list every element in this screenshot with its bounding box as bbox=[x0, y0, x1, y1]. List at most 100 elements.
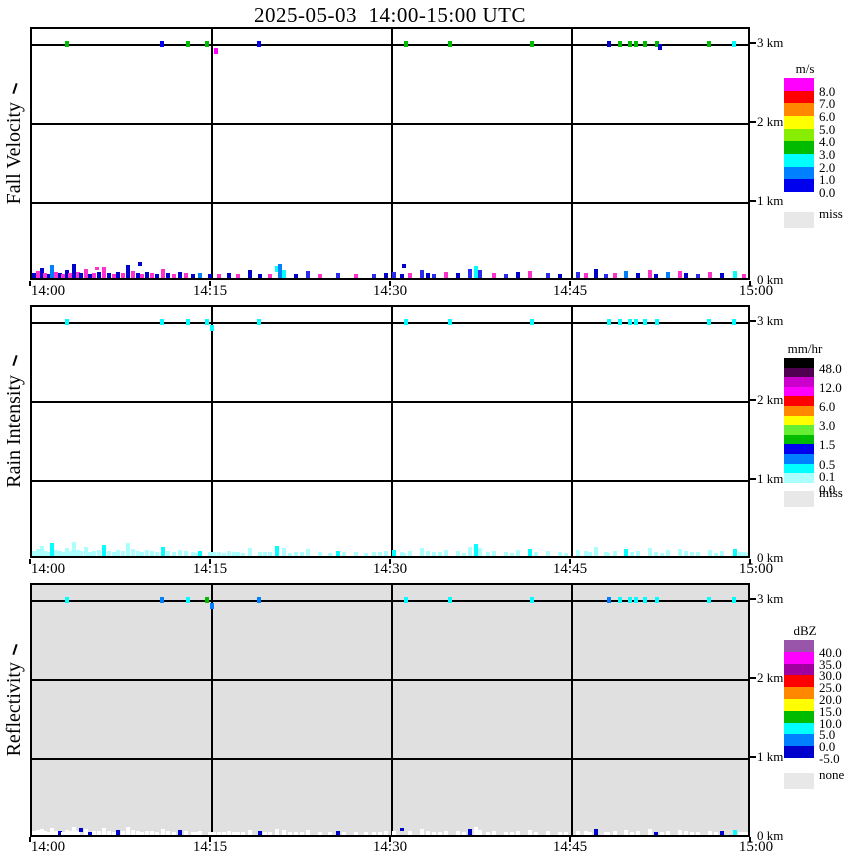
height-tick-label: 3 km bbox=[757, 313, 784, 328]
data-speck bbox=[97, 831, 102, 835]
data-speck bbox=[135, 551, 140, 556]
data-speck bbox=[205, 41, 210, 47]
data-speck bbox=[336, 273, 340, 278]
data-speck bbox=[696, 274, 700, 278]
data-speck bbox=[456, 551, 460, 556]
height-tick-label: 1 km bbox=[757, 193, 784, 208]
legend-missing-swatch bbox=[784, 773, 814, 789]
data-speck bbox=[404, 41, 409, 47]
data-speck bbox=[492, 273, 496, 278]
time-gridline bbox=[211, 307, 213, 556]
data-speck bbox=[732, 41, 736, 47]
data-speck bbox=[79, 551, 84, 556]
data-speck bbox=[627, 41, 632, 47]
data-speck bbox=[226, 831, 231, 835]
data-speck bbox=[534, 832, 538, 835]
legend-band bbox=[784, 406, 814, 417]
time-gridline bbox=[571, 29, 573, 278]
data-speck bbox=[633, 597, 638, 603]
data-speck bbox=[630, 552, 634, 556]
x-tick bbox=[389, 559, 391, 564]
data-speck bbox=[714, 832, 718, 835]
data-speck bbox=[613, 273, 618, 278]
data-speck bbox=[306, 271, 310, 278]
data-speck bbox=[274, 546, 279, 556]
data-speck bbox=[165, 273, 170, 278]
height-tick bbox=[750, 42, 756, 44]
data-speck bbox=[130, 549, 135, 556]
data-speck bbox=[294, 552, 298, 556]
height-tick bbox=[750, 598, 756, 600]
data-speck bbox=[150, 273, 154, 278]
data-speck bbox=[231, 552, 236, 556]
data-speck bbox=[165, 831, 170, 835]
data-speck bbox=[267, 552, 272, 556]
data-speck bbox=[576, 550, 580, 556]
legend-band bbox=[784, 454, 814, 465]
data-speck bbox=[126, 265, 130, 278]
data-speck bbox=[588, 832, 592, 835]
data-speck bbox=[399, 828, 404, 831]
data-speck bbox=[154, 552, 159, 556]
height-tick bbox=[750, 320, 756, 322]
data-speck bbox=[154, 274, 159, 278]
data-speck bbox=[226, 273, 231, 278]
time-gridline bbox=[211, 29, 213, 278]
data-speck bbox=[510, 832, 514, 835]
legend-missing-swatch bbox=[784, 212, 814, 228]
legend-band bbox=[784, 153, 814, 168]
x-tick bbox=[389, 281, 391, 286]
data-speck bbox=[258, 274, 262, 278]
data-speck bbox=[177, 830, 182, 835]
data-speck bbox=[318, 274, 322, 278]
data-speck bbox=[159, 41, 164, 47]
data-speck bbox=[106, 831, 111, 835]
data-speck bbox=[64, 597, 69, 603]
legend-band bbox=[784, 425, 814, 436]
legend-band bbox=[784, 434, 814, 445]
data-speck bbox=[402, 553, 406, 556]
data-speck bbox=[684, 831, 688, 835]
data-speck bbox=[140, 552, 145, 556]
legend-title: m/s bbox=[795, 61, 815, 76]
data-speck bbox=[404, 319, 409, 325]
data-speck bbox=[236, 832, 241, 835]
data-speck bbox=[733, 271, 738, 278]
height-gridline bbox=[32, 401, 748, 403]
data-speck bbox=[327, 553, 332, 556]
data-speck bbox=[528, 549, 532, 556]
figure-title: 2025-05-03 14:00-15:00 UTC bbox=[254, 3, 526, 27]
data-speck bbox=[106, 551, 111, 556]
data-speck bbox=[106, 273, 111, 278]
data-speck bbox=[594, 829, 598, 835]
data-speck bbox=[274, 829, 279, 835]
data-speck bbox=[690, 552, 694, 556]
legend-band-label: 0.0 bbox=[819, 184, 836, 200]
data-speck bbox=[606, 553, 610, 556]
legend-band bbox=[784, 722, 814, 735]
legend-band bbox=[784, 358, 814, 369]
data-speck bbox=[618, 41, 622, 47]
x-tick bbox=[749, 837, 751, 842]
data-speck bbox=[256, 319, 261, 325]
data-speck bbox=[648, 270, 652, 278]
data-speck bbox=[258, 552, 262, 556]
data-speck bbox=[613, 831, 618, 835]
data-speck bbox=[657, 44, 662, 50]
data-speck bbox=[624, 271, 628, 278]
data-speck bbox=[212, 832, 217, 835]
legend-band bbox=[784, 640, 814, 653]
height-gridline bbox=[32, 322, 748, 324]
legend-band bbox=[784, 367, 814, 378]
legend-band-label: 12.0 bbox=[819, 379, 842, 395]
data-speck bbox=[420, 548, 424, 556]
ylabel-wrap-reflectivity: Reflectivity bbox=[2, 583, 26, 836]
data-speck bbox=[217, 552, 222, 556]
data-speck bbox=[111, 832, 116, 835]
data-speck bbox=[116, 272, 121, 278]
data-speck bbox=[426, 551, 430, 556]
data-speck bbox=[564, 832, 568, 835]
data-speck bbox=[528, 830, 532, 835]
height-tick-label: 0 km bbox=[757, 828, 784, 843]
height-tick bbox=[750, 399, 756, 401]
